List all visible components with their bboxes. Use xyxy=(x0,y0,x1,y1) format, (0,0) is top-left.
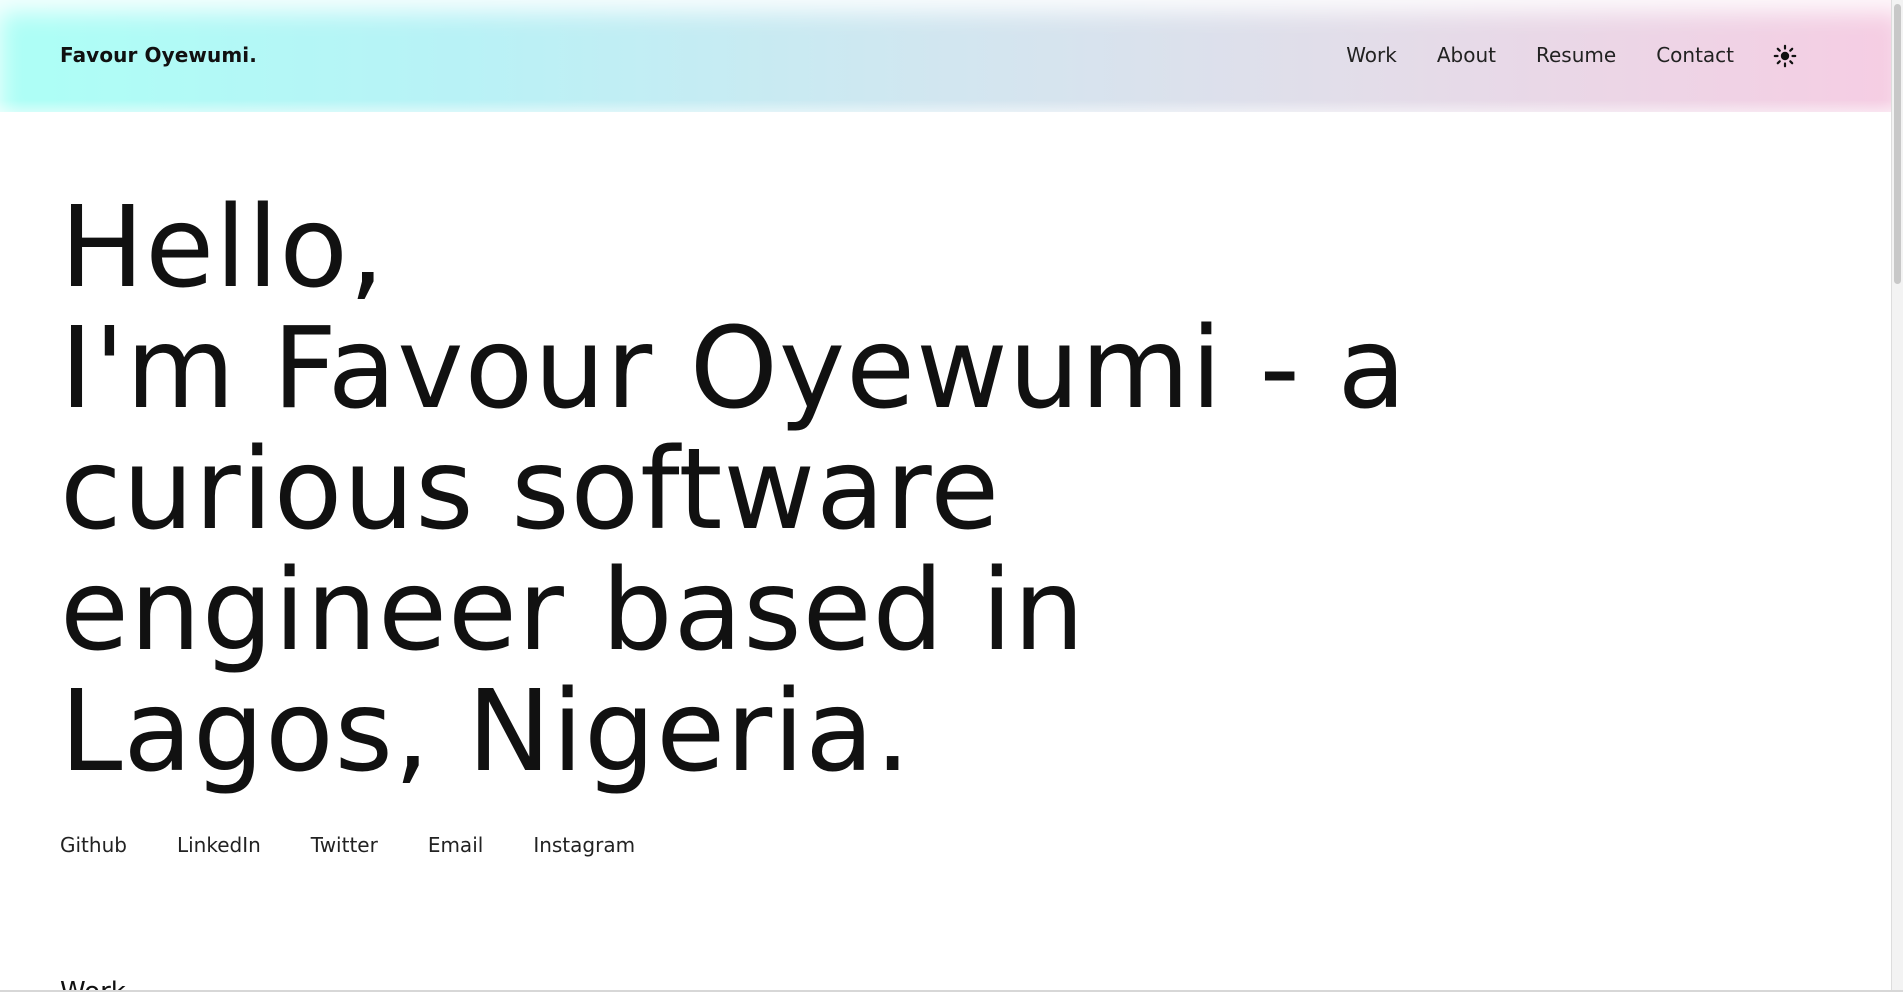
hero-line-name: I'm Favour Oyewumi - a xyxy=(60,304,1408,434)
github-link[interactable]: Github xyxy=(60,832,127,858)
main-navigation: Work About Resume Contact xyxy=(1346,40,1734,70)
theme-toggle-button[interactable] xyxy=(1771,42,1799,70)
hero-line-role: curious software xyxy=(60,425,1001,555)
hero-line-location-prefix: engineer based in xyxy=(60,546,1086,676)
sun-icon xyxy=(1773,44,1797,68)
portfolio-page: Favour Oyewumi. Work About Resume Contac… xyxy=(0,0,1903,992)
hero-line-location: Lagos, Nigeria. xyxy=(60,667,912,797)
hero-section: Hello, I'm Favour Oyewumi - a curious so… xyxy=(60,188,1460,793)
email-link[interactable]: Email xyxy=(428,832,484,858)
linkedin-link[interactable]: LinkedIn xyxy=(177,832,261,858)
site-header: Favour Oyewumi. Work About Resume Contac… xyxy=(0,0,1903,130)
brand-name[interactable]: Favour Oyewumi. xyxy=(60,42,257,68)
instagram-link[interactable]: Instagram xyxy=(533,832,635,858)
nav-contact-link[interactable]: Contact xyxy=(1656,40,1734,70)
hero-line-greeting: Hello, xyxy=(60,183,386,313)
vertical-scrollbar[interactable] xyxy=(1891,0,1903,992)
social-links: Github LinkedIn Twitter Email Instagram xyxy=(60,832,635,858)
nav-resume-link[interactable]: Resume xyxy=(1536,40,1616,70)
scrollbar-thumb[interactable] xyxy=(1894,4,1901,284)
twitter-link[interactable]: Twitter xyxy=(311,832,378,858)
nav-about-link[interactable]: About xyxy=(1437,40,1496,70)
nav-work-link[interactable]: Work xyxy=(1346,40,1397,70)
